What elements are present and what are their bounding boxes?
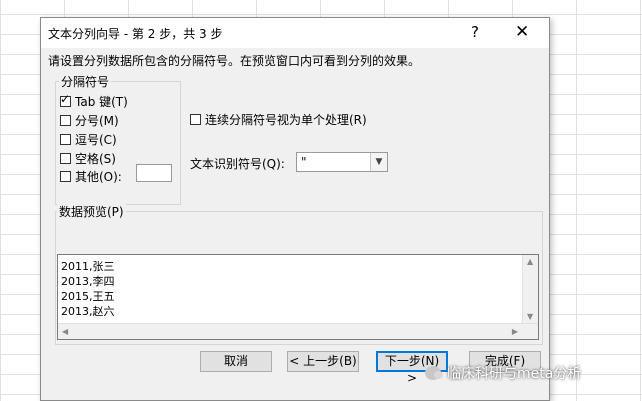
checkbox-tab[interactable]: ✓ Tab 键(T) xyxy=(60,92,128,110)
close-button[interactable]: ✕ xyxy=(515,22,529,42)
preview-area[interactable]: 2011,张三 2013,李四 2015,王五 2013,赵六 ▲ ▼ ◀ ▶ xyxy=(57,254,539,340)
checkbox-box[interactable] xyxy=(190,114,201,125)
checkbox-semicolon[interactable]: 分号(M) xyxy=(60,112,119,129)
text-to-columns-dialog: 文本分列向导 - 第 2 步，共 3 步 ? ✕ 请设置分列数据所包含的分隔符号… xyxy=(40,17,550,401)
text-qualifier-label: 文本识别符号(Q): xyxy=(190,157,285,171)
instruction-text: 请设置分列数据所包含的分隔符号。在预览窗口内可看到分列的效果。 xyxy=(48,54,421,68)
checkbox-comma-label: 逗号(C) xyxy=(75,133,117,147)
preview-line: 2013,李四 xyxy=(61,275,115,288)
chevron-down-icon[interactable]: ▼ xyxy=(370,153,387,171)
horizontal-scrollbar[interactable]: ◀ ▶ xyxy=(58,323,538,339)
other-delimiter-input[interactable] xyxy=(136,164,172,182)
preview-line: 2015,王五 xyxy=(61,290,115,303)
checkbox-consecutive[interactable]: 连续分隔符号视为单个处理(R) xyxy=(190,111,367,128)
preview-legend: 数据预览(P) xyxy=(57,203,126,220)
title-bar: 文本分列向导 - 第 2 步，共 3 步 ? ✕ xyxy=(41,18,549,48)
checkbox-box[interactable] xyxy=(60,134,71,145)
wechat-icon xyxy=(425,366,443,380)
checkbox-box[interactable] xyxy=(60,115,71,126)
cancel-button[interactable]: 取消 xyxy=(200,351,272,372)
back-button[interactable]: < 上一步(B) xyxy=(287,351,359,372)
scroll-up-icon[interactable]: ▲ xyxy=(527,257,533,266)
text-qualifier-select[interactable]: " ▼ xyxy=(296,152,388,172)
text-qualifier-value: " xyxy=(301,155,307,169)
preview-line: 2013,赵六 xyxy=(61,305,115,318)
checkbox-tab-label: Tab 键(T) xyxy=(75,95,128,109)
checkbox-space-label: 空格(S) xyxy=(75,152,116,166)
scroll-left-icon[interactable]: ◀ xyxy=(62,327,68,336)
checkbox-comma[interactable]: 逗号(C) xyxy=(60,131,117,148)
checkbox-box[interactable] xyxy=(60,153,71,164)
vertical-scrollbar[interactable]: ▲ ▼ xyxy=(522,255,538,323)
scroll-right-icon[interactable]: ▶ xyxy=(512,327,518,336)
checkbox-other[interactable]: 其他(O): xyxy=(60,168,122,185)
help-button[interactable]: ? xyxy=(471,23,479,41)
dialog-title: 文本分列向导 - 第 2 步，共 3 步 xyxy=(48,27,223,41)
checkbox-box[interactable] xyxy=(60,171,71,182)
checkbox-semicolon-label: 分号(M) xyxy=(75,114,119,128)
checkbox-other-label: 其他(O): xyxy=(75,170,122,184)
watermark: 临床科研与meta分析 xyxy=(425,363,581,383)
checkbox-box[interactable]: ✓ xyxy=(60,92,71,107)
checkbox-space[interactable]: 空格(S) xyxy=(60,150,116,167)
checkbox-consecutive-label: 连续分隔符号视为单个处理(R) xyxy=(205,113,367,127)
check-icon: ✓ xyxy=(60,92,71,106)
delimiters-legend: 分隔符号 xyxy=(59,73,112,90)
watermark-text: 临床科研与meta分析 xyxy=(447,366,582,382)
scroll-down-icon[interactable]: ▼ xyxy=(527,312,533,321)
preview-line: 2011,张三 xyxy=(61,260,115,273)
